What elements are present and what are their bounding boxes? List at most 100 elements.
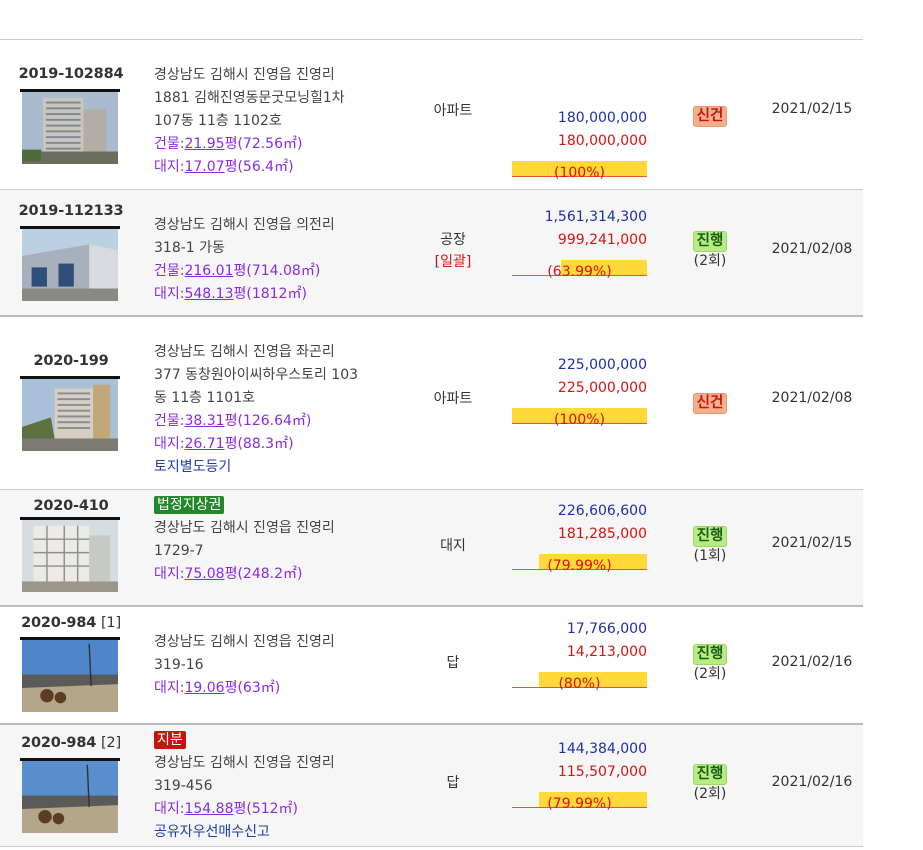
building-unit: 평(126.64㎡) <box>224 413 312 429</box>
legal-surface-right-badge: 법정지상권 <box>154 496 225 514</box>
address-line[interactable]: 경상남도 김해시 진영읍 의전리 <box>154 214 404 237</box>
address-block[interactable]: 경상남도 김해시 진영읍 진영리 319-16 대지:19.06평(63㎡) <box>154 631 404 700</box>
land-unit: 평(88.3㎡) <box>224 436 294 452</box>
case-sub-number: [2] <box>100 735 121 751</box>
building-area: 건물:21.95평(72.56㎡) <box>154 133 404 156</box>
land-unit: 평(248.2㎡) <box>224 566 303 582</box>
land-area-link[interactable]: 75.08 <box>184 566 224 582</box>
use-text: 아파트 <box>433 103 473 119</box>
case-number[interactable]: 2019-112133 <box>0 203 142 219</box>
co-owner-priority-note[interactable]: 공유자우선매수신고 <box>154 821 404 844</box>
land-area-link[interactable]: 19.06 <box>184 680 224 696</box>
case-number[interactable]: 2020-199 <box>0 353 142 369</box>
address-line[interactable]: 경상남도 김해시 진영읍 좌곤리 <box>154 341 404 364</box>
status-badge: 진행 <box>692 231 728 252</box>
land-area-link[interactable]: 154.88 <box>184 801 233 817</box>
address-line[interactable]: 경상남도 김해시 진영읍 진영리 <box>154 64 404 87</box>
building-area-link[interactable]: 21.95 <box>184 136 224 152</box>
land-area-link[interactable]: 17.07 <box>184 159 224 175</box>
address-block[interactable]: 경상남도 김해시 진영읍 진영리 1881 김해진영동문굿모닝힐1차 107동 … <box>154 64 404 179</box>
building-area-link[interactable]: 216.01 <box>184 263 233 279</box>
address-line[interactable]: 경상남도 김해시 진영읍 진영리 <box>154 752 404 775</box>
case-number-text[interactable]: 2020-199 <box>33 353 108 369</box>
building-photo-icon <box>22 520 118 592</box>
address-line[interactable]: 319-16 <box>154 654 404 677</box>
round-count: (2회) <box>693 253 727 269</box>
sale-date: 2021/02/08 <box>771 241 853 257</box>
sale-date: 2021/02/16 <box>771 774 853 790</box>
factory-photo-icon <box>22 229 118 301</box>
address-line[interactable]: 318-1 가동 <box>154 237 404 260</box>
list-item[interactable]: 2019-112133 경상남도 김해시 진영읍 의전리 318-1 가동 건물… <box>0 190 863 317</box>
land-area: 대지:26.71평(88.3㎡) <box>154 433 404 456</box>
building-area: 건물:38.31평(126.64㎡) <box>154 410 404 433</box>
building-area-link[interactable]: 38.31 <box>184 413 224 429</box>
use-text: 답 <box>446 775 460 791</box>
list-item[interactable]: 2020-984 [1] 경상남도 김해시 진영읍 진영리 319-16 대지:… <box>0 607 863 725</box>
round-count: (2회) <box>693 666 727 682</box>
use-text: 아파트 <box>433 391 473 407</box>
address-block[interactable]: 경상남도 김해시 진영읍 의전리 318-1 가동 건물:216.01평(714… <box>154 214 404 306</box>
building-unit: 평(72.56㎡) <box>224 136 303 152</box>
list-item[interactable]: 2020-410 법정지상권 경상남도 김해시 진영읍 진영리 1729-7 대… <box>0 490 863 607</box>
address-line[interactable]: 377 동창원아이씨하우스토리 103 <box>154 364 404 387</box>
road-photo-icon <box>22 761 118 833</box>
list-header-spacer <box>0 0 863 40</box>
case-number[interactable]: 2020-984 [2] <box>0 735 142 751</box>
address-block[interactable]: 법정지상권 경상남도 김해시 진영읍 진영리 1729-7 대지:75.08평(… <box>154 494 404 586</box>
registry-note[interactable]: 토지별도등기 <box>154 456 404 479</box>
property-thumbnail[interactable] <box>20 226 120 301</box>
land-area-link[interactable]: 26.71 <box>184 436 224 452</box>
appraisal-price: 144,384,000 <box>557 741 647 757</box>
property-thumbnail[interactable] <box>20 637 120 712</box>
minimum-bid-price: 225,000,000 <box>557 380 647 396</box>
apartment-photo-icon <box>22 379 118 451</box>
property-thumbnail[interactable] <box>20 89 120 164</box>
case-number-text[interactable]: 2020-984 <box>21 735 96 751</box>
list-item[interactable]: 2019-102884 경상남도 김해시 진영읍 진영리 1881 김해진영동문… <box>0 40 863 190</box>
building-label: 건물: <box>154 263 185 279</box>
address-line[interactable]: 1729-7 <box>154 540 404 563</box>
appraisal-price: 226,606,600 <box>557 503 647 519</box>
case-number[interactable]: 2019-102884 <box>0 66 142 82</box>
status-cell: 진행 (2회) <box>660 231 760 271</box>
status-badge: 신건 <box>692 393 728 414</box>
property-thumbnail[interactable] <box>20 758 120 833</box>
address-line[interactable]: 1881 김해진영동문굿모닝힐1차 <box>154 87 404 110</box>
status-cell: 신건 <box>660 106 760 127</box>
case-number-text[interactable]: 2019-102884 <box>19 66 124 82</box>
case-number[interactable]: 2020-410 <box>0 498 142 514</box>
ratio-bar: (63.99%) <box>512 260 647 280</box>
sale-date: 2021/02/15 <box>771 101 853 117</box>
land-label: 대지: <box>154 680 185 696</box>
list-item[interactable]: 2020-984 [2] 지분 경상남도 김해시 진영읍 진영리 319-456… <box>0 725 863 847</box>
ratio-percent: (79.99%) <box>547 796 612 812</box>
address-line[interactable]: 319-456 <box>154 775 404 798</box>
price-block: 17,766,000 14,213,000 (80%) <box>505 618 647 692</box>
case-number-text[interactable]: 2020-410 <box>33 498 108 514</box>
ratio-bar: (100%) <box>512 408 647 428</box>
address-block[interactable]: 경상남도 김해시 진영읍 좌곤리 377 동창원아이씨하우스토리 103 동 1… <box>154 341 404 479</box>
address-line[interactable]: 동 11층 1101호 <box>154 387 404 410</box>
list-item[interactable]: 2020-199 경상남도 김해시 진영읍 좌곤리 377 동창원아이씨하우스토… <box>0 317 863 490</box>
case-number[interactable]: 2020-984 [1] <box>0 615 142 631</box>
appraisal-price: 17,766,000 <box>566 621 647 637</box>
round-count: (2회) <box>693 786 727 802</box>
land-area-link[interactable]: 548.13 <box>184 286 233 302</box>
address-line[interactable]: 경상남도 김해시 진영읍 진영리 <box>154 517 404 540</box>
auction-list: 2019-102884 경상남도 김해시 진영읍 진영리 1881 김해진영동문… <box>0 0 863 847</box>
sale-date: 2021/02/08 <box>771 390 853 406</box>
property-use: 답 <box>400 772 506 794</box>
price-block: 226,606,600 181,285,000 (79.99%) <box>505 500 647 574</box>
case-number-text[interactable]: 2020-984 <box>21 615 96 631</box>
address-line[interactable]: 경상남도 김해시 진영읍 진영리 <box>154 631 404 654</box>
property-thumbnail[interactable] <box>20 376 120 451</box>
property-thumbnail[interactable] <box>20 517 120 592</box>
appraisal-price: 225,000,000 <box>557 357 647 373</box>
status-badge: 진행 <box>692 764 728 785</box>
ratio-bar: (79.99%) <box>512 554 647 574</box>
address-block[interactable]: 지분 경상남도 김해시 진영읍 진영리 319-456 대지:154.88평(5… <box>154 729 404 844</box>
address-line[interactable]: 107동 11층 1102호 <box>154 110 404 133</box>
case-number-text[interactable]: 2019-112133 <box>19 203 124 219</box>
land-label: 대지: <box>154 436 185 452</box>
